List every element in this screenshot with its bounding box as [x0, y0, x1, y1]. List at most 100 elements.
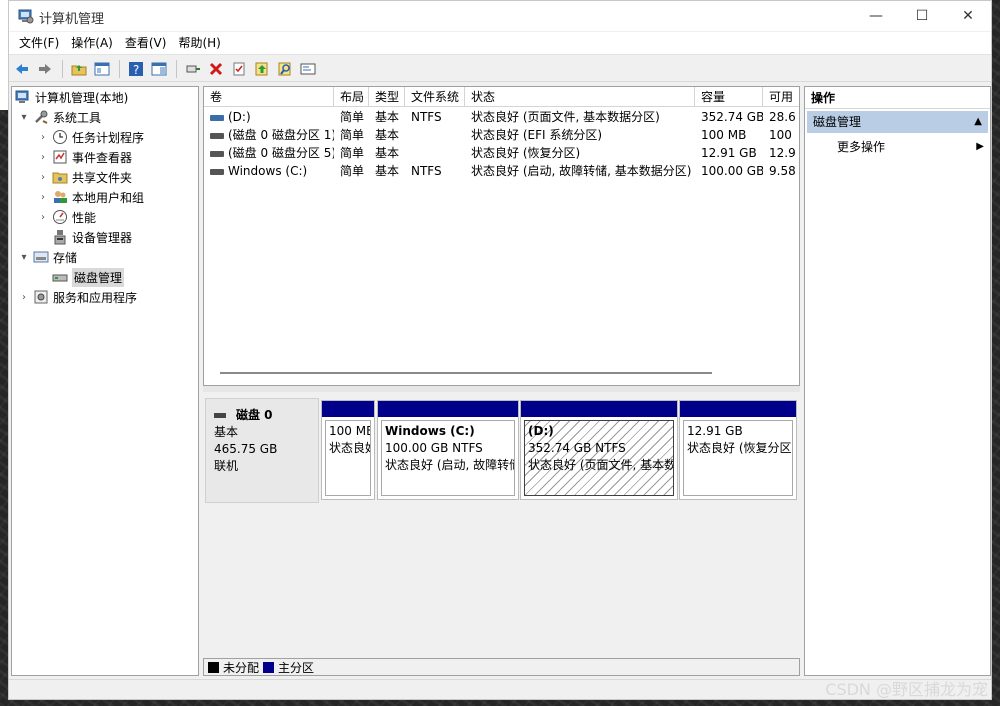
menu-file[interactable]: 文件(F) [13, 33, 65, 53]
toolbar-separator [119, 59, 120, 78]
partition-status: 状态良好 [329, 441, 370, 455]
close-button[interactable]: ✕ [945, 1, 991, 31]
partition-bar [521, 401, 677, 417]
tree-item-task-scheduler[interactable]: › 任务计划程序 [37, 127, 144, 147]
more-actions-item[interactable]: 更多操作 ▶ [837, 137, 986, 157]
column-header-layout[interactable]: 布局 [334, 87, 369, 107]
up-folder-icon[interactable] [69, 59, 89, 79]
forward-icon[interactable] [35, 59, 55, 79]
chevron-right-icon[interactable]: › [37, 191, 49, 203]
partition-c[interactable]: Windows (C:) 100.00 GB NTFS 状态良好 (启动, 故障… [377, 400, 519, 500]
column-header-free[interactable]: 可用 [763, 87, 799, 107]
collapse-up-icon[interactable]: ▲ [974, 111, 982, 133]
show-tree-icon[interactable] [92, 59, 112, 79]
search-icon[interactable] [275, 59, 295, 79]
partition-size: 352.74 GB NTFS [528, 441, 626, 455]
volume-row[interactable]: Windows (C:) 简单 基本 NTFS 状态良好 (启动, 故障转储, … [204, 162, 799, 180]
volume-row[interactable]: (D:) 简单 基本 NTFS 状态良好 (页面文件, 基本数据分区) 352.… [204, 108, 799, 126]
tree-item-system-tools[interactable]: ▾ 系统工具 [18, 107, 101, 127]
disk-info-panel[interactable]: 磁盘 0 基本 465.75 GB 联机 [205, 398, 319, 503]
tree-item-event-viewer[interactable]: › 事件查看器 [37, 147, 132, 167]
actions-pane: 操作 磁盘管理 ▲ 更多操作 ▶ [804, 86, 991, 676]
tree-item-computer-management-local[interactable]: 计算机管理(本地) [12, 87, 128, 107]
tree-item-services-applications[interactable]: › 服务和应用程序 [18, 287, 137, 307]
menu-action[interactable]: 操作(A) [65, 33, 119, 53]
partition-efi[interactable]: 100 MB 状态良好 [321, 400, 375, 500]
chevron-down-icon[interactable]: ▾ [18, 251, 30, 263]
volume-type: 基本 [375, 146, 400, 160]
up-arrow-icon[interactable] [252, 59, 272, 79]
partition-d[interactable]: (D:) 352.74 GB NTFS 状态良好 (页面文件, 基本数据 [520, 400, 678, 500]
actions-section-label: 磁盘管理 [813, 115, 862, 129]
column-header-volume[interactable]: 卷 [204, 87, 334, 107]
volume-status: 状态良好 (恢复分区) [471, 146, 581, 160]
volume-filesystem: NTFS [411, 110, 442, 124]
partition-name: (D:) [528, 424, 554, 438]
back-icon[interactable] [12, 59, 32, 79]
volume-name: (磁盘 0 磁盘分区 1) [228, 128, 334, 142]
chevron-right-icon[interactable]: › [37, 151, 49, 163]
legend-primary: 主分区 [263, 659, 314, 676]
delete-icon[interactable] [206, 59, 226, 79]
partition-legend: 未分配 主分区 [203, 658, 800, 676]
minimize-button[interactable]: — [853, 1, 899, 31]
volume-layout: 简单 [340, 128, 365, 142]
column-header-capacity[interactable]: 容量 [695, 87, 763, 107]
toolbar-separator [62, 59, 63, 78]
chevron-down-icon[interactable]: ▾ [18, 111, 30, 123]
navigation-tree: 计算机管理(本地) ▾ 系统工具 › 任务计划程序 › 事件查看器 › 共享文件… [11, 86, 199, 676]
maximize-button[interactable]: ☐ [899, 1, 945, 31]
panel-icon[interactable] [149, 59, 169, 79]
partition-recovery[interactable]: 12.91 GB 状态良好 (恢复分区 [679, 400, 797, 500]
disk-name: 磁盘 0 [236, 408, 273, 422]
tree-item-performance[interactable]: › 性能 [37, 207, 96, 227]
volume-icon [210, 150, 224, 157]
tree-item-shared-folders[interactable]: › 共享文件夹 [37, 167, 132, 187]
chevron-right-icon[interactable]: › [37, 131, 49, 143]
tree-item-label: 磁盘管理 [72, 267, 125, 287]
legend-label: 主分区 [278, 660, 315, 675]
disk-icon [214, 413, 226, 418]
clock-icon [52, 129, 68, 145]
tree-item-label: 系统工具 [53, 110, 102, 125]
partition-size: 100.00 GB NTFS [385, 441, 483, 455]
tree-item-label: 存储 [53, 250, 78, 265]
actions-section-disk-management[interactable]: 磁盘管理 ▲ [807, 111, 988, 133]
properties-icon[interactable] [229, 59, 249, 79]
volume-type: 基本 [375, 110, 400, 124]
tree-item-storage[interactable]: ▾ 存储 [18, 247, 77, 267]
tree-item-disk-management[interactable]: 磁盘管理 [37, 267, 125, 287]
chevron-right-icon[interactable]: › [18, 291, 30, 303]
partition-size: 12.91 GB [687, 424, 743, 438]
column-header-type[interactable]: 类型 [369, 87, 405, 107]
disk-management-pane: 卷 布局 类型 文件系统 状态 容量 可用 (D:) 简单 基本 NTFS 状态… [203, 86, 800, 676]
event-viewer-icon [52, 149, 68, 165]
help-icon[interactable]: ? [126, 59, 146, 79]
volume-filesystem [405, 126, 465, 144]
chevron-right-icon[interactable]: › [37, 171, 49, 183]
volume-filesystem [405, 144, 465, 162]
horizontal-scrollbar[interactable] [220, 372, 712, 374]
volume-layout: 简单 [340, 146, 365, 160]
volume-layout: 简单 [340, 164, 365, 178]
computer-management-window: 计算机管理 — ☐ ✕ 文件(F) 操作(A) 查看(V) 帮助(H) ? 计算… [8, 0, 992, 700]
partition-body: (D:) 352.74 GB NTFS 状态良好 (页面文件, 基本数据 [524, 420, 674, 496]
volume-row[interactable]: (磁盘 0 磁盘分区 1) 简单 基本 状态良好 (EFI 系统分区) 100 … [204, 126, 799, 144]
tree-item-device-manager[interactable]: 设备管理器 [37, 227, 132, 247]
menu-view[interactable]: 查看(V) [119, 33, 173, 53]
console-icon[interactable] [298, 59, 318, 79]
computer-icon [15, 89, 31, 105]
tree-item-label: 共享文件夹 [72, 170, 133, 185]
volume-status: 状态良好 (页面文件, 基本数据分区) [471, 110, 660, 124]
volume-row[interactable]: (磁盘 0 磁盘分区 5) 简单 基本 状态良好 (恢复分区) 12.91 GB… [204, 144, 799, 162]
column-header-status[interactable]: 状态 [465, 87, 695, 107]
tree-item-local-users-groups[interactable]: › 本地用户和组 [37, 187, 144, 207]
volume-name: Windows (C:) [228, 164, 308, 178]
tree-item-label: 本地用户和组 [72, 190, 145, 205]
chevron-right-icon[interactable]: › [37, 211, 49, 223]
tree-item-label: 任务计划程序 [72, 130, 145, 145]
column-header-filesystem[interactable]: 文件系统 [405, 87, 465, 107]
connect-icon[interactable] [183, 59, 203, 79]
menu-help[interactable]: 帮助(H) [172, 33, 226, 53]
disk-state: 联机 [214, 459, 239, 473]
